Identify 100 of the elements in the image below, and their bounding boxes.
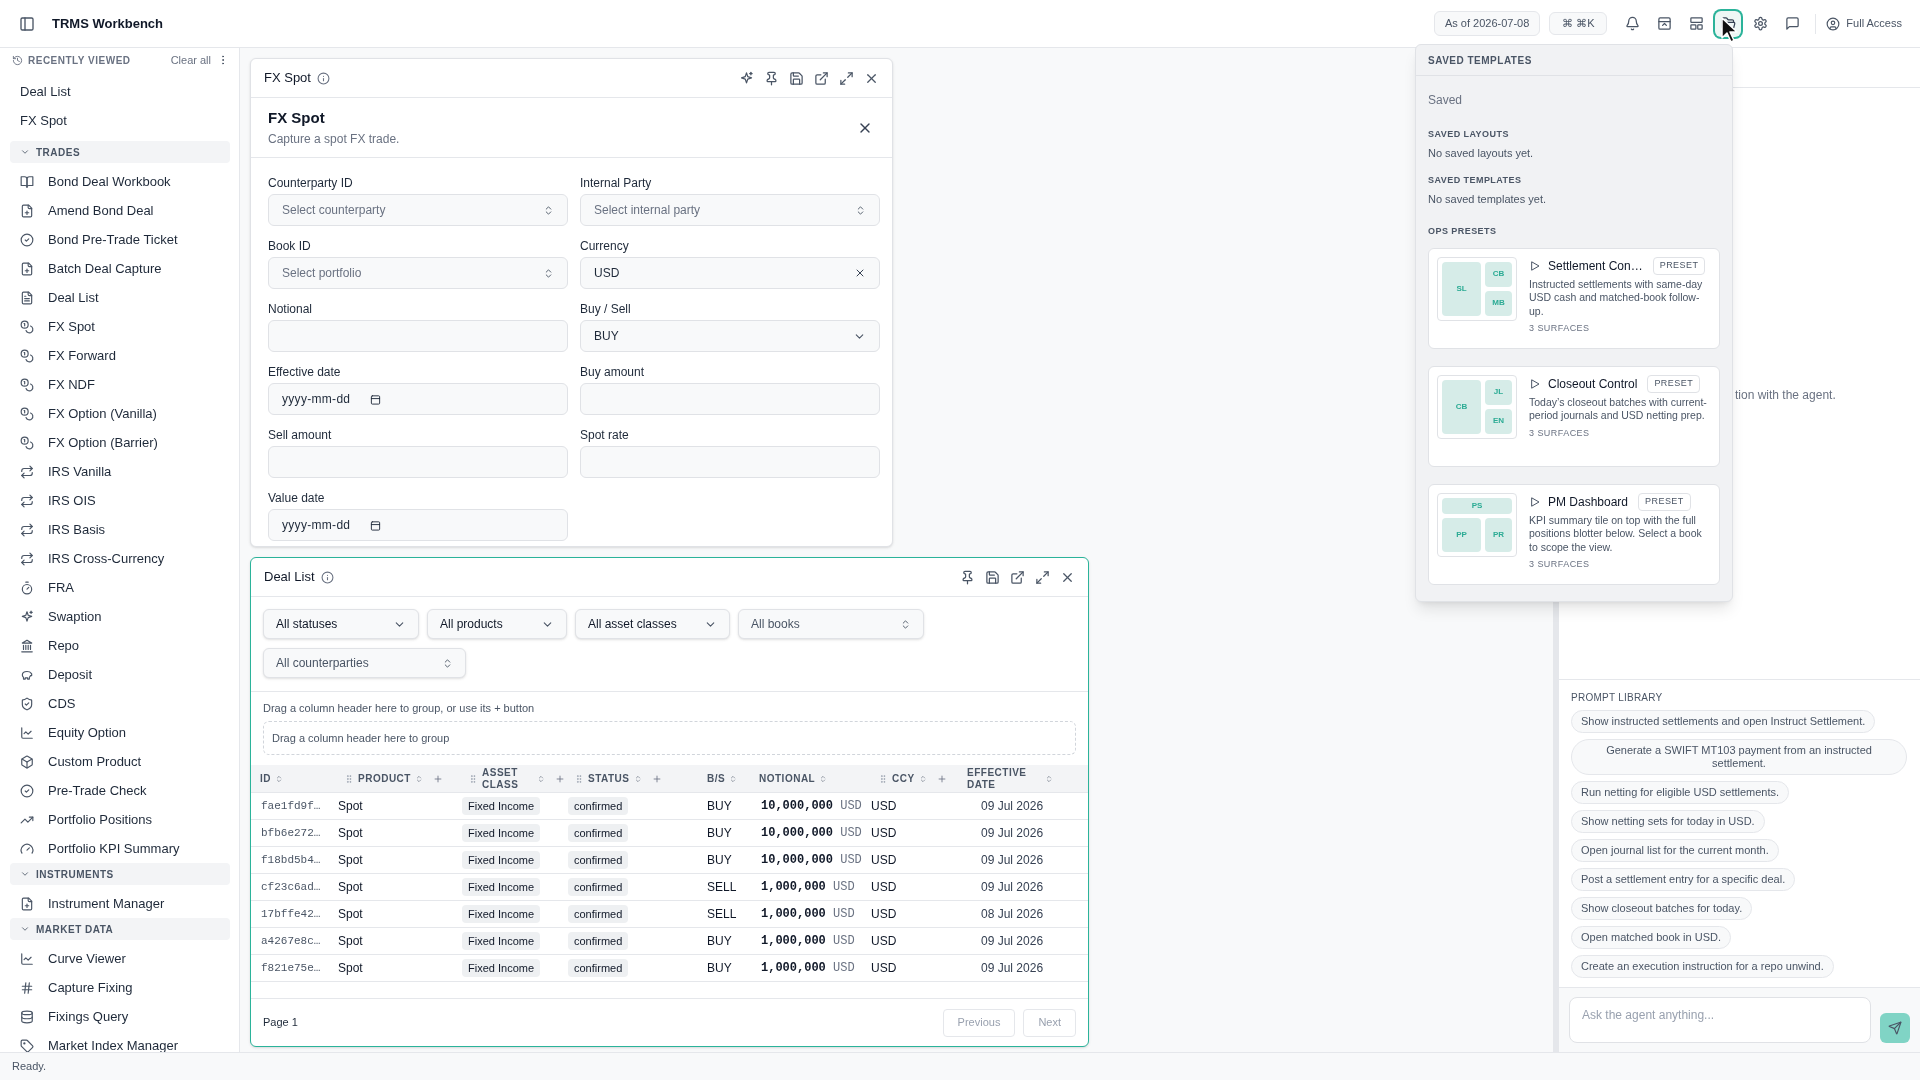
filter-dropdown[interactable]: All asset classes	[575, 609, 730, 639]
sidebar-item[interactable]: Repo	[0, 631, 239, 660]
play-icon[interactable]	[1529, 259, 1541, 272]
sidebar-item[interactable]: Equity Option	[0, 718, 239, 747]
sidebar-item[interactable]: FX Spot	[0, 312, 239, 341]
prompt-chip[interactable]: Open matched book in USD.	[1571, 926, 1732, 949]
preset-card[interactable]: CB JL EN Closeout Control PRESET Today’s closeout batches with current-period journals and USD netting prep. 3 SURFACES	[1428, 365, 1720, 467]
sidebar-item[interactable]: Market Index Manager	[0, 1031, 239, 1052]
recent-item[interactable]: FX Spot	[0, 106, 239, 135]
prompt-chip[interactable]: Show closeout batches for today.	[1571, 897, 1753, 920]
prompt-chip[interactable]: Open journal list for the current month.	[1571, 839, 1779, 862]
grip-icon[interactable]	[344, 773, 354, 784]
sidebar-item[interactable]: Portfolio KPI Summary	[0, 834, 239, 863]
sidebar-item[interactable]: Custom Product	[0, 747, 239, 776]
prompt-chip[interactable]: Post a settlement entry for a specific deal.	[1571, 868, 1796, 891]
prompt-chip[interactable]: Show netting sets for today in USD.	[1571, 810, 1765, 833]
text-field[interactable]	[268, 446, 568, 478]
prompt-chip[interactable]: Generate a SWIFT MT103 payment from an instructed settlement.	[1571, 739, 1907, 775]
calendar-icon[interactable]	[370, 519, 382, 531]
select-field[interactable]: USD	[580, 257, 880, 289]
grip-icon[interactable]	[878, 773, 888, 784]
filter-dropdown[interactable]: All books	[738, 609, 924, 639]
play-icon[interactable]	[1529, 495, 1541, 508]
sidebar-item[interactable]: Swaption	[0, 602, 239, 631]
section-header[interactable]: MARKET DATA	[10, 918, 230, 940]
sidebar-item[interactable]: Batch Deal Capture	[0, 254, 239, 283]
preset-card[interactable]: SL CB MB Settlement Con… PRESET Instructed settlements with same-day USD cash and matched-book follow-up. 3 SURFACES	[1428, 247, 1720, 349]
sidebar-item[interactable]: FX Option (Barrier)	[0, 428, 239, 457]
account-button[interactable]: Full Access	[1826, 15, 1902, 32]
sparkle-icon[interactable]	[739, 70, 754, 86]
filter-dropdown[interactable]: All products	[427, 609, 567, 639]
sidebar-item[interactable]: FX Forward	[0, 341, 239, 370]
close-icon[interactable]	[854, 267, 866, 279]
prompt-chip[interactable]: Create an execution instruction for a repo unwind.	[1571, 955, 1834, 978]
save-icon[interactable]	[789, 70, 804, 86]
info-icon[interactable]	[320, 570, 334, 584]
sidebar-item[interactable]: IRS OIS	[0, 486, 239, 515]
column-header[interactable]: CCY	[869, 765, 958, 792]
sidebar-item[interactable]: Fixings Query	[0, 1002, 239, 1031]
select-field[interactable]: Select counterparty	[268, 194, 568, 226]
sidebar-item[interactable]: Bond Pre-Trade Ticket	[0, 225, 239, 254]
sidebar-item[interactable]: IRS Basis	[0, 515, 239, 544]
text-field[interactable]	[268, 320, 568, 352]
table-cell-text: 09 Jul 2026	[980, 798, 1045, 815]
chat-input[interactable]: Ask the agent anything...	[1569, 997, 1872, 1043]
pin-icon[interactable]	[960, 569, 975, 585]
preset-card[interactable]: PS PP PR PM Dashboard PRESET KPI summary tile on top with the full positions blotter below. Select a book to scope the view. 3 SURFACES	[1428, 483, 1720, 585]
send-button[interactable]	[1880, 1013, 1910, 1043]
column-header[interactable]: STATUS	[565, 765, 698, 792]
prompt-chip[interactable]: Run netting for eligible USD settlements.	[1571, 781, 1790, 804]
external-link-icon[interactable]	[814, 70, 829, 86]
play-icon[interactable]	[1529, 377, 1541, 390]
select-field[interactable]: Select internal party	[580, 194, 880, 226]
sidebar-item[interactable]: IRS Vanilla	[0, 457, 239, 486]
maximize-icon[interactable]	[1035, 569, 1050, 585]
pin-icon[interactable]	[764, 70, 779, 86]
text-field[interactable]	[580, 383, 880, 415]
coins-icon	[20, 348, 34, 363]
grip-icon[interactable]	[468, 773, 478, 784]
sidebar-item[interactable]: Pre-Trade Check	[0, 776, 239, 805]
column-header[interactable]: NOTIONAL	[750, 765, 869, 792]
sidebar-item[interactable]: Amend Bond Deal	[0, 196, 239, 225]
info-icon[interactable]	[316, 71, 330, 85]
sidebar-item[interactable]: Deposit	[0, 660, 239, 689]
sidebar-item[interactable]: Deal List	[0, 283, 239, 312]
column-header[interactable]: ASSET CLASS	[459, 765, 565, 792]
recent-item[interactable]: Deal List	[0, 77, 239, 106]
text-field[interactable]	[580, 446, 880, 478]
filter-dropdown[interactable]: All statuses	[263, 609, 419, 639]
sidebar-item[interactable]: IRS Cross-Currency	[0, 544, 239, 573]
date-field[interactable]: yyyy-mm-dd	[268, 509, 568, 541]
sidebar-item[interactable]: Instrument Manager	[0, 889, 239, 918]
section-header[interactable]: TRADES	[10, 141, 230, 163]
section-header[interactable]: INSTRUMENTS	[10, 863, 230, 885]
column-header[interactable]: ID	[251, 765, 335, 792]
save-icon[interactable]	[985, 569, 1000, 585]
sidebar-item[interactable]: Curve Viewer	[0, 944, 239, 973]
clear-all-link[interactable]: Clear all	[170, 51, 211, 69]
sidebar-item[interactable]: Portfolio Positions	[0, 805, 239, 834]
external-link-icon[interactable]	[1010, 569, 1025, 585]
column-header[interactable]: EFFECTIVE DATE	[958, 765, 1082, 792]
sidebar-item[interactable]: FRA	[0, 573, 239, 602]
sidebar-item[interactable]: FX NDF	[0, 370, 239, 399]
prompt-chip[interactable]: Show instructed settlements and open Instruct Settlement.	[1571, 710, 1876, 733]
sidebar-item[interactable]: FX Option (Vanilla)	[0, 399, 239, 428]
sidebar-item[interactable]: CDS	[0, 689, 239, 718]
sidebar-item[interactable]: Capture Fixing	[0, 973, 239, 1002]
column-header[interactable]: PRODUCT	[335, 765, 459, 792]
grip-icon[interactable]	[574, 773, 584, 784]
as-of-date-button[interactable]: As of 2026-07-08	[1433, 11, 1541, 36]
sidebar-toggle-icon[interactable]	[19, 15, 35, 32]
command-palette-button[interactable]: ⌘ ⌘K	[1549, 12, 1608, 35]
sidebar-item[interactable]: Bond Deal Workbook	[0, 167, 239, 196]
column-header[interactable]: B/S	[698, 765, 750, 792]
calendar-icon[interactable]	[370, 393, 382, 405]
date-field[interactable]: yyyy-mm-dd	[268, 383, 568, 415]
select-field[interactable]: Select portfolio	[268, 257, 568, 289]
filter-dropdown[interactable]: All counterparties	[263, 648, 466, 678]
maximize-icon[interactable]	[839, 70, 854, 86]
dropdown-field[interactable]: BUY	[580, 320, 880, 352]
